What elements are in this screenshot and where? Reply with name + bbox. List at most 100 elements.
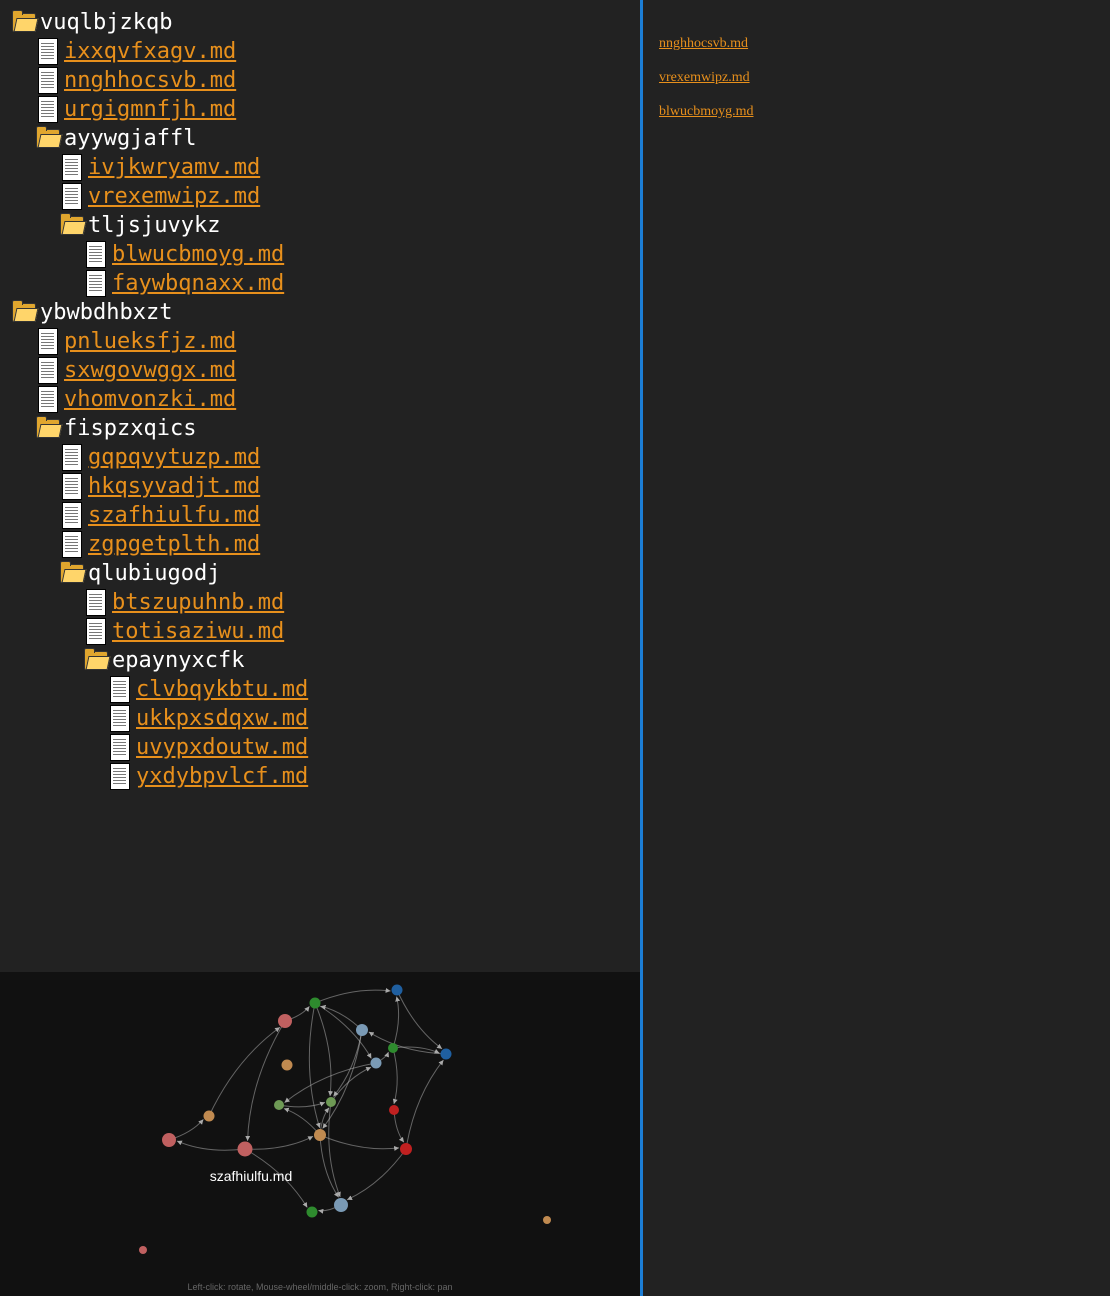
graph-node[interactable] bbox=[162, 1133, 176, 1147]
tree-folder[interactable]: ybwbdhbxzt bbox=[0, 298, 640, 327]
file-icon bbox=[106, 675, 134, 704]
tree-folder[interactable]: vuqlbjzkqb bbox=[0, 8, 640, 37]
tree-file[interactable]: yxdybpvlcf.md bbox=[0, 762, 640, 791]
graph-node[interactable] bbox=[139, 1246, 147, 1254]
tree-file[interactable]: szafhiulfu.md bbox=[0, 501, 640, 530]
file-link[interactable]: szafhiulfu.md bbox=[88, 501, 260, 530]
graph-link bbox=[322, 1029, 363, 1129]
graph-node[interactable] bbox=[306, 1206, 318, 1218]
graph-node[interactable] bbox=[274, 1100, 284, 1110]
graph-link bbox=[393, 1109, 405, 1143]
graph-link bbox=[346, 1148, 407, 1201]
graph-node[interactable] bbox=[334, 1198, 348, 1212]
graph-link bbox=[392, 1047, 398, 1105]
backlink-link[interactable]: vrexemwipz.md bbox=[659, 70, 750, 85]
file-link[interactable]: totisaziwu.md bbox=[112, 617, 284, 646]
graph-link bbox=[332, 1029, 363, 1097]
tree-folder[interactable]: fispzxqics bbox=[0, 414, 640, 443]
file-tree-panel: vuqlbjzkqb ixxqvfxagv.md nnghhocsvb.md urgi… bbox=[0, 0, 640, 972]
graph-node[interactable] bbox=[400, 1143, 412, 1155]
graph-link bbox=[392, 996, 401, 1049]
tree-file[interactable]: blwucbmoyg.md bbox=[0, 240, 640, 269]
file-icon bbox=[106, 762, 134, 791]
graph-node[interactable] bbox=[326, 1097, 336, 1107]
tree-file[interactable]: totisaziwu.md bbox=[0, 617, 640, 646]
graph-link bbox=[330, 1066, 372, 1103]
graph-link bbox=[320, 1004, 363, 1031]
graph-link bbox=[244, 1135, 314, 1150]
tree-file[interactable]: hkqsyvadjt.md bbox=[0, 472, 640, 501]
file-link[interactable]: faywbqnaxx.md bbox=[112, 269, 284, 298]
file-link[interactable]: sxwgovwggx.md bbox=[64, 356, 236, 385]
graph-view[interactable]: szafhiulfu.md Left-click: rotate, Mouse-… bbox=[0, 972, 640, 1296]
graph-node[interactable] bbox=[370, 1057, 382, 1069]
file-icon bbox=[34, 385, 62, 414]
tree-file[interactable]: urgigmnfjh.md bbox=[0, 95, 640, 124]
file-link[interactable]: ukkpxsdqxw.md bbox=[136, 704, 308, 733]
graph-node[interactable] bbox=[391, 984, 403, 996]
tree-file[interactable]: vrexemwipz.md bbox=[0, 182, 640, 211]
file-icon bbox=[58, 153, 86, 182]
backlink-link[interactable]: nnghhocsvb.md bbox=[659, 36, 748, 51]
graph-node[interactable] bbox=[314, 1129, 326, 1141]
tree-file[interactable]: vhomvonzki.md bbox=[0, 385, 640, 414]
file-link[interactable]: ixxqvfxagv.md bbox=[64, 37, 236, 66]
graph-node[interactable] bbox=[237, 1141, 253, 1157]
file-link[interactable]: vhomvonzki.md bbox=[64, 385, 236, 414]
graph-node[interactable] bbox=[543, 1216, 551, 1224]
file-link[interactable]: yxdybpvlcf.md bbox=[136, 762, 308, 791]
folder-icon bbox=[34, 414, 63, 443]
file-link[interactable]: urgigmnfjh.md bbox=[64, 95, 236, 124]
file-link[interactable]: blwucbmoyg.md bbox=[112, 240, 284, 269]
tree-file[interactable]: ixxqvfxagv.md bbox=[0, 37, 640, 66]
tree-file[interactable]: uvypxdoutw.md bbox=[0, 733, 640, 762]
file-icon bbox=[58, 443, 86, 472]
graph-node[interactable] bbox=[440, 1048, 452, 1060]
tree-file[interactable]: pnlueksfjz.md bbox=[0, 327, 640, 356]
graph-node[interactable] bbox=[281, 1059, 293, 1071]
folder-icon bbox=[82, 646, 111, 675]
tree-folder[interactable]: tljsjuvykz bbox=[0, 211, 640, 240]
tree-folder[interactable]: epaynyxcfk bbox=[0, 646, 640, 675]
file-link[interactable]: clvbqykbtu.md bbox=[136, 675, 308, 704]
graph-link bbox=[396, 989, 443, 1050]
file-link[interactable]: uvypxdoutw.md bbox=[136, 733, 308, 762]
folder-label: tljsjuvykz bbox=[88, 213, 221, 238]
file-link[interactable]: zgpgetplth.md bbox=[88, 530, 260, 559]
folder-label: qlubiugodj bbox=[88, 561, 221, 586]
tree-file[interactable]: btszupuhnb.md bbox=[0, 588, 640, 617]
graph-node[interactable] bbox=[203, 1110, 215, 1122]
file-link[interactable]: pnlueksfjz.md bbox=[64, 327, 236, 356]
file-link[interactable]: hkqsyvadjt.md bbox=[88, 472, 260, 501]
tree-file[interactable]: faywbqnaxx.md bbox=[0, 269, 640, 298]
file-link[interactable]: btszupuhnb.md bbox=[112, 588, 284, 617]
graph-canvas[interactable]: szafhiulfu.md bbox=[0, 972, 640, 1296]
tree-folder[interactable]: qlubiugodj bbox=[0, 559, 640, 588]
file-icon bbox=[34, 37, 62, 66]
tree-file[interactable]: sxwgovwggx.md bbox=[0, 356, 640, 385]
file-icon bbox=[34, 66, 62, 95]
folder-label: vuqlbjzkqb bbox=[40, 10, 173, 35]
file-link[interactable]: vrexemwipz.md bbox=[88, 182, 260, 211]
file-icon bbox=[58, 501, 86, 530]
graph-link bbox=[283, 1107, 321, 1136]
tree-file[interactable]: nnghhocsvb.md bbox=[0, 66, 640, 95]
backlink-link[interactable]: blwucbmoyg.md bbox=[659, 104, 754, 119]
graph-node[interactable] bbox=[389, 1105, 399, 1115]
file-icon bbox=[58, 530, 86, 559]
tree-file[interactable]: clvbqykbtu.md bbox=[0, 675, 640, 704]
graph-node[interactable] bbox=[388, 1043, 398, 1053]
graph-node[interactable] bbox=[278, 1014, 292, 1028]
tree-file[interactable]: ukkpxsdqxw.md bbox=[0, 704, 640, 733]
tree-folder[interactable]: ayywgjaffl bbox=[0, 124, 640, 153]
graph-node[interactable] bbox=[309, 997, 321, 1009]
tree-file[interactable]: zgpgetplth.md bbox=[0, 530, 640, 559]
backlinks-list: nnghhocsvb.md vrexemwipz.md blwucbmoyg.md bbox=[643, 0, 1110, 134]
file-link[interactable]: ivjkwryamv.md bbox=[88, 153, 260, 182]
graph-node[interactable] bbox=[356, 1024, 368, 1036]
graph-link bbox=[319, 1134, 400, 1151]
tree-file[interactable]: ivjkwryamv.md bbox=[0, 153, 640, 182]
file-link[interactable]: gqpqvytuzp.md bbox=[88, 443, 260, 472]
tree-file[interactable]: gqpqvytuzp.md bbox=[0, 443, 640, 472]
file-link[interactable]: nnghhocsvb.md bbox=[64, 66, 236, 95]
